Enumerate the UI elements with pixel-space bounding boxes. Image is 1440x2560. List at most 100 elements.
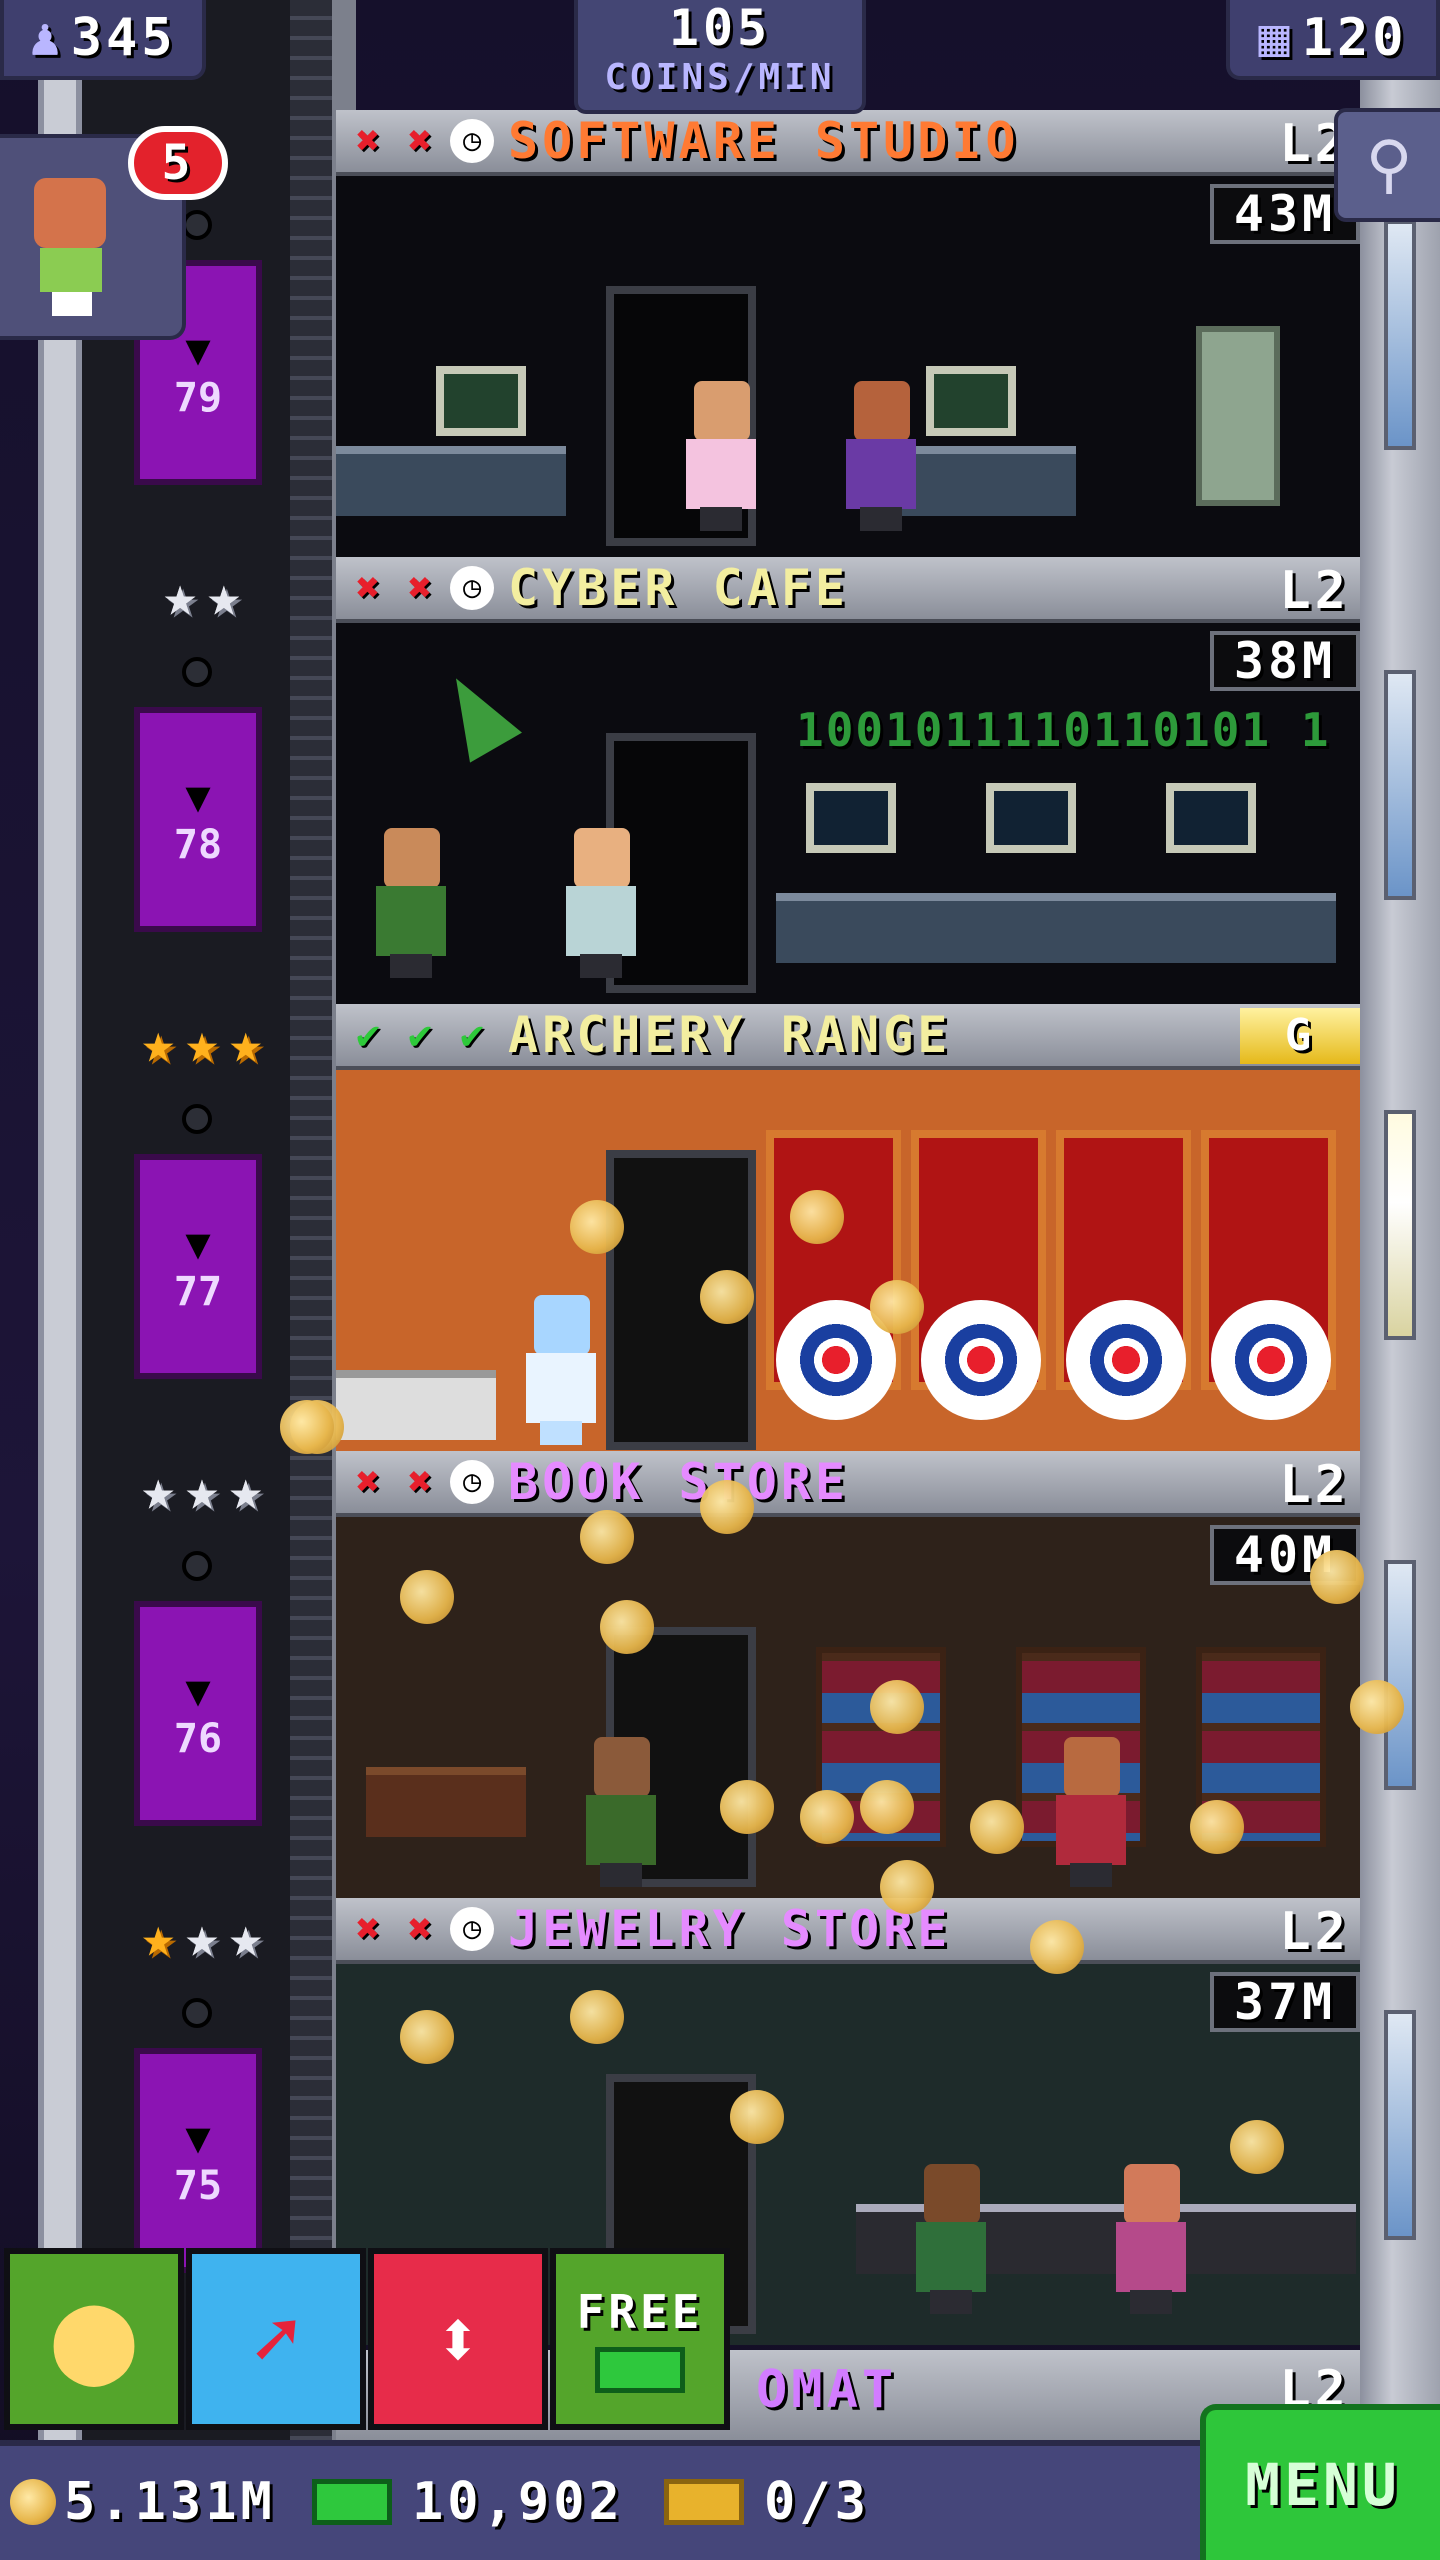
elevator-car[interactable]: ▼ 78 — [134, 707, 262, 932]
bitizen[interactable] — [566, 828, 636, 978]
coins-balance[interactable]: 5.131M — [10, 2472, 276, 2532]
restock-timer: 37M — [1210, 1972, 1360, 2032]
x-icon: ✖ — [407, 1459, 433, 1505]
avatar-legs — [52, 292, 92, 316]
tower-left-frame — [38, 0, 82, 2440]
archery-target — [921, 1300, 1041, 1420]
collect-coins-button[interactable]: ⬤ — [4, 2248, 184, 2430]
elevator-call-lamp — [182, 210, 212, 240]
tower-window-lit — [1384, 1110, 1416, 1340]
floor-level: L2 — [1279, 1902, 1350, 1962]
elevator-stop-78[interactable]: ★ ★ ▼ 78 — [82, 557, 332, 1004]
tower-window — [1384, 670, 1416, 900]
coin-particle — [280, 1400, 334, 1454]
x-icon: ✖ — [355, 118, 381, 164]
menu-button[interactable]: MENU — [1200, 2404, 1440, 2560]
coin-particle — [730, 2090, 784, 2144]
elevator-stop-77[interactable]: ★ ★ ★ ▼ 77 — [82, 1004, 332, 1451]
bitizen[interactable] — [1056, 1737, 1126, 1887]
book-table — [366, 1767, 526, 1837]
free-label: FREE — [576, 2285, 704, 2339]
floor-name: OMAT — [756, 2360, 898, 2420]
coin-particle — [1350, 1680, 1404, 1734]
bat-icon: ▼ — [185, 1665, 211, 1715]
build-arrow-icon: ➚ — [251, 2292, 301, 2386]
restock-timer: 38M — [1210, 631, 1360, 691]
coin-particle — [570, 1200, 624, 1254]
coin-particle — [1310, 1550, 1364, 1604]
bux-balance[interactable]: 10,902 — [312, 2472, 624, 2532]
coin-particle — [870, 1680, 924, 1734]
computer-monitor — [806, 783, 896, 853]
star-icon: ★ — [185, 1905, 219, 1970]
bux-value: 10,902 — [412, 2472, 624, 2532]
computer-monitor — [926, 366, 1016, 436]
tower-window — [1384, 220, 1416, 450]
coin-particle — [700, 1480, 754, 1534]
elevator-floor-number: 79 — [173, 374, 223, 421]
floor-level: L2 — [1279, 1455, 1350, 1515]
coins-per-minute: 105 COINS/MIN — [574, 0, 866, 114]
floor-stars: ★ ★ ★ — [92, 1014, 312, 1074]
elevator-button[interactable]: ⬍ — [368, 2248, 548, 2430]
x-icon: ✖ — [355, 565, 381, 611]
free-bux-button[interactable]: FREE — [550, 2248, 730, 2430]
x-icon: ✖ — [407, 1906, 433, 1952]
floor-name: BOOK STORE — [508, 1453, 850, 1511]
coin-particle — [1190, 1800, 1244, 1854]
binary-sign: 1001011110110101 1 — [796, 703, 1331, 757]
floor-cyber-cafe[interactable]: ✖ ✖ ◷ CYBER CAFE L2 1001011110110101 1 38M — [336, 557, 1360, 1004]
coins-icon: ⬤ — [49, 2292, 139, 2386]
floor-archery-range[interactable]: ✔ ✔ ✔ ARCHERY RANGE G — [336, 1004, 1360, 1451]
bitizen[interactable] — [916, 2164, 986, 2314]
gold-level-badge: G — [1240, 1008, 1360, 1064]
build-floor-button[interactable]: ➚ — [186, 2248, 366, 2430]
elevator-car[interactable]: ▼ 75 — [134, 2048, 262, 2273]
check-icon: ✔ — [407, 1012, 433, 1058]
x-icon: ✖ — [355, 1459, 381, 1505]
archery-target — [1066, 1300, 1186, 1420]
notification-badge[interactable]: 5 — [128, 126, 228, 200]
floor-room — [336, 176, 1360, 557]
floors-value: 120 — [1301, 8, 1408, 68]
desk — [776, 893, 1336, 963]
floor-level: L2 — [1279, 561, 1350, 621]
bitizen[interactable] — [846, 381, 916, 531]
archery-target — [1211, 1300, 1331, 1420]
star-icon: ★ — [185, 1458, 219, 1523]
floor-room: 1001011110110101 1 — [336, 623, 1360, 1004]
elevator-floor-number: 76 — [173, 1715, 223, 1762]
floors-counter[interactable]: ▦ 120 — [1226, 0, 1440, 80]
elevator-car[interactable]: ▼ 77 — [134, 1154, 262, 1379]
bitizen[interactable] — [1116, 2164, 1186, 2314]
bitizen[interactable] — [376, 828, 446, 978]
elevator-updown-icon: ⬍ — [433, 2292, 483, 2386]
floor-header: ✖ ✖ ◷ JEWELRY STORE L2 — [336, 1898, 1360, 1964]
bitizen[interactable] — [686, 381, 756, 531]
elevator-car[interactable]: ▼ 76 — [134, 1601, 262, 1826]
search-button[interactable]: ⚲ — [1334, 108, 1440, 222]
star-icon: ★ — [228, 1011, 263, 1076]
elevator-floor-number: 78 — [173, 821, 223, 868]
elevator-call-lamp — [182, 1104, 212, 1134]
cursor-decoration — [430, 663, 522, 763]
star-icon: ★ — [207, 564, 241, 629]
coin-particle — [870, 1280, 924, 1334]
elevator-stop-76[interactable]: ★ ★ ★ ▼ 76 — [82, 1451, 332, 1898]
coin-particle — [400, 1570, 454, 1624]
population-counter[interactable]: ♟ 345 — [0, 0, 206, 80]
star-icon: ★ — [141, 1458, 176, 1523]
floor-name: CYBER CAFE — [508, 559, 850, 617]
floor-software-studio[interactable]: ✖ ✖ ◷ SOFTWARE STUDIO L2 43M — [336, 110, 1360, 557]
star-icon: ★ — [228, 1458, 263, 1523]
bitizen[interactable] — [586, 1737, 656, 1887]
bitizen-worker[interactable] — [526, 1295, 596, 1445]
coin-particle — [1030, 1920, 1084, 1974]
check-icon: ✔ — [355, 1012, 381, 1058]
clock-icon: ◷ — [450, 119, 494, 163]
x-icon: ✖ — [407, 118, 433, 164]
star-icon: ★ — [141, 1011, 176, 1076]
floor-header: ✖ ✖ ◷ CYBER CAFE L2 — [336, 557, 1360, 623]
elevator-call-lamp — [182, 1998, 212, 2028]
vip-balance[interactable]: 0/3 — [664, 2472, 870, 2532]
